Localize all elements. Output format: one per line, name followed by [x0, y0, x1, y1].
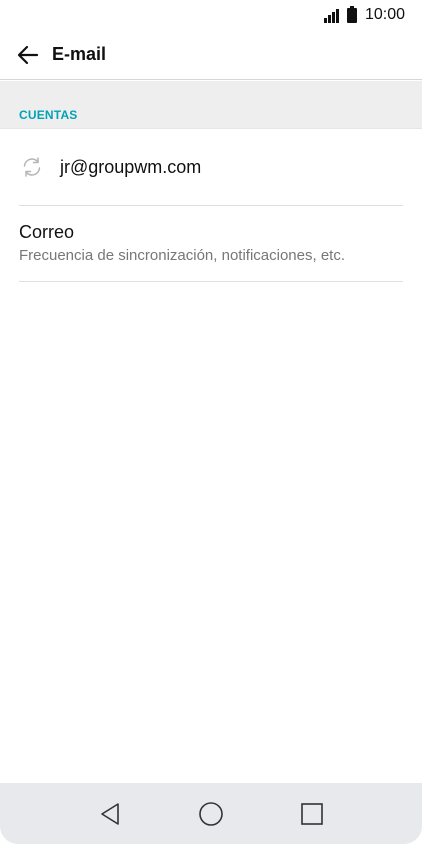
mail-settings-title: Correo — [19, 222, 75, 242]
mail-settings-row[interactable]: Correo Frecuencia de sincronización, not… — [19, 206, 403, 282]
app-bar: E-mail — [0, 30, 422, 80]
nav-home-button[interactable] — [191, 794, 231, 834]
nav-recents-button[interactable] — [292, 794, 332, 834]
status-time: 10:00 — [364, 6, 405, 23]
back-button[interactable] — [14, 41, 42, 69]
section-header-accounts: CUENTAS — [0, 81, 422, 128]
signal-icon — [323, 7, 339, 23]
sync-icon — [19, 154, 45, 180]
back-triangle-icon — [101, 802, 120, 825]
account-email: jr@groupwm.com — [60, 156, 202, 177]
settings-list: jr@groupwm.com Correo Frecuencia de sinc… — [0, 128, 422, 282]
nav-back-button[interactable] — [90, 794, 130, 834]
home-circle-icon — [199, 801, 223, 826]
navigation-bar — [0, 783, 422, 844]
battery-icon — [346, 5, 357, 23]
email-settings-screen: 10:00 E-mail CUENTAS jr@groupwm.com Corr… — [0, 0, 422, 844]
mail-settings-subtitle: Frecuencia de sincronización, notificaci… — [19, 247, 346, 264]
status-bar: 10:00 — [0, 0, 422, 30]
account-row[interactable]: jr@groupwm.com — [19, 129, 403, 206]
arrow-left-icon — [17, 45, 39, 64]
recents-square-icon — [300, 802, 323, 825]
page-title: E-mail — [52, 44, 107, 64]
